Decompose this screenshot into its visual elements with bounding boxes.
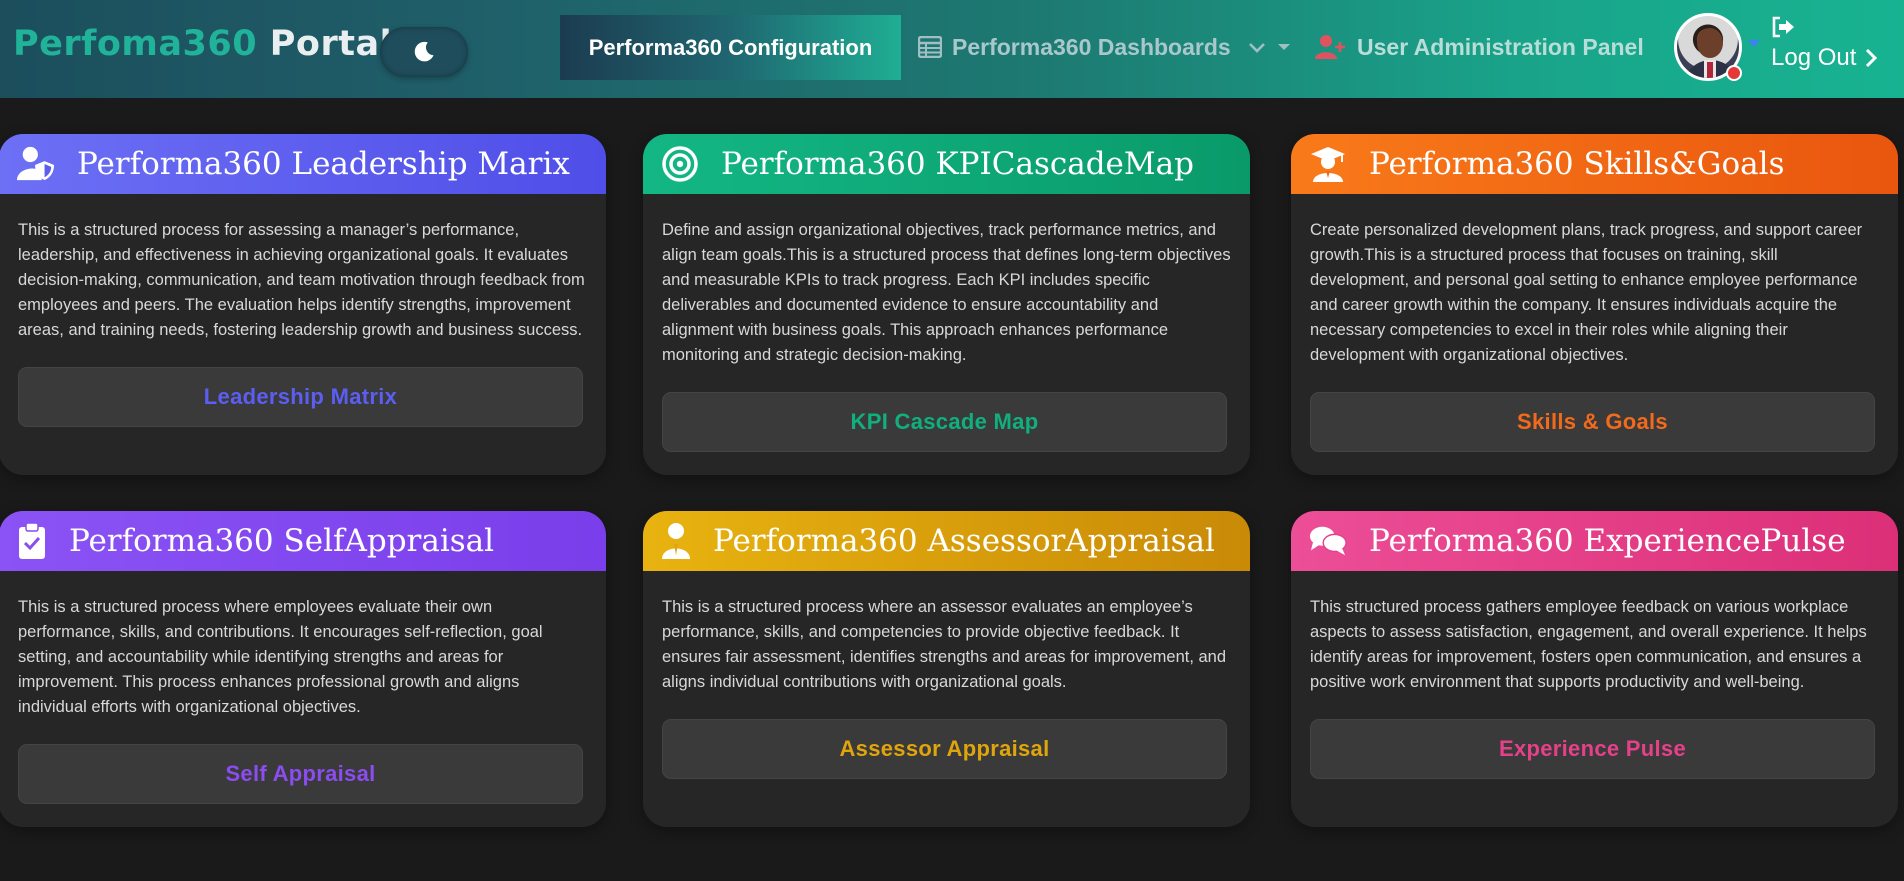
nav-configuration-label: Performa360 Configuration <box>588 34 873 60</box>
user-plus-icon <box>1315 35 1345 59</box>
card-title: Performa360 Skills&Goals <box>1369 146 1785 182</box>
skills-goals-button[interactable]: Skills & Goals <box>1310 392 1875 452</box>
nav-dashboards-label: Performa360 Dashboards <box>952 33 1231 60</box>
card-leadership-matrix: Performa360 Leadership Marix This is a s… <box>0 134 606 475</box>
user-tie-icon <box>662 523 690 559</box>
card-title: Performa360 AssessorAppraisal <box>713 523 1215 559</box>
card-title: Performa360 SelfAppraisal <box>69 523 495 559</box>
card-header: Performa360 Skills&Goals <box>1291 134 1898 194</box>
card-title: Performa360 Leadership Marix <box>77 146 570 182</box>
brand-suffix: Portal <box>269 24 393 64</box>
brand-logo[interactable]: Perfoma360 Portal <box>13 24 392 64</box>
comments-icon <box>1309 526 1347 556</box>
caret-down-icon[interactable] <box>1748 40 1760 47</box>
card-experience-pulse: Performa360 ExperiencePulse This structu… <box>1291 511 1898 827</box>
target-icon <box>662 146 698 182</box>
nav-user-admin[interactable]: User Administration Panel <box>1315 30 1644 64</box>
self-appraisal-button[interactable]: Self Appraisal <box>18 744 583 804</box>
assessor-appraisal-button[interactable]: Assessor Appraisal <box>662 719 1227 779</box>
nav-user-admin-label: User Administration Panel <box>1357 33 1644 60</box>
theme-toggle-button[interactable] <box>380 27 468 77</box>
card-title: Performa360 KPICascadeMap <box>721 146 1194 182</box>
status-indicator <box>1726 65 1742 81</box>
top-navbar: Perfoma360 Portal Performa360 Configurat… <box>0 0 1904 98</box>
moon-icon <box>414 41 434 62</box>
user-shield-icon <box>17 146 55 181</box>
card-header: Performa360 Leadership Marix <box>0 134 606 194</box>
card-description: This structured process gathers employee… <box>1310 598 1867 691</box>
logout-button[interactable]: Log Out <box>1771 14 1878 72</box>
card-header: Performa360 AssessorAppraisal <box>643 511 1250 571</box>
nav-dashboards[interactable]: Performa360 Dashboards <box>918 30 1291 64</box>
user-avatar[interactable] <box>1674 13 1744 83</box>
card-kpi-cascade-map: Performa360 KPICascadeMap Define and ass… <box>643 134 1250 475</box>
logout-label: Log Out <box>1771 44 1857 71</box>
card-description: Create personalized development plans, t… <box>1310 221 1863 364</box>
experience-pulse-button[interactable]: Experience Pulse <box>1310 719 1875 779</box>
card-description: Define and assign organizational objecti… <box>662 221 1231 364</box>
card-header: Performa360 SelfAppraisal <box>0 511 606 571</box>
card-header: Performa360 KPICascadeMap <box>643 134 1250 194</box>
brand-name: Perfoma360 <box>13 24 258 64</box>
clipboard-check-icon <box>19 522 45 559</box>
card-description: This is a structured process where emplo… <box>18 598 543 716</box>
card-description: This is a structured process where an as… <box>662 598 1227 691</box>
nav-configuration[interactable]: Performa360 Configuration <box>560 15 901 80</box>
sign-out-icon <box>1772 16 1794 38</box>
card-title: Performa360 ExperiencePulse <box>1369 523 1846 559</box>
chevron-down-icon <box>1248 43 1265 53</box>
card-header: Performa360 ExperiencePulse <box>1291 511 1898 571</box>
kpi-cascade-map-button[interactable]: KPI Cascade Map <box>662 392 1227 452</box>
card-assessor-appraisal: Performa360 AssessorAppraisal This is a … <box>643 511 1250 827</box>
card-self-appraisal: Performa360 SelfAppraisal This is a stru… <box>0 511 606 827</box>
leadership-matrix-button[interactable]: Leadership Matrix <box>18 367 583 427</box>
card-description: This is a structured process for assessi… <box>18 221 585 339</box>
graduate-icon <box>1311 147 1345 182</box>
chevron-right-icon <box>1866 48 1878 68</box>
table-icon <box>918 36 942 58</box>
caret-down-icon <box>1277 44 1290 50</box>
card-skills-goals: Performa360 Skills&Goals Create personal… <box>1291 134 1898 475</box>
